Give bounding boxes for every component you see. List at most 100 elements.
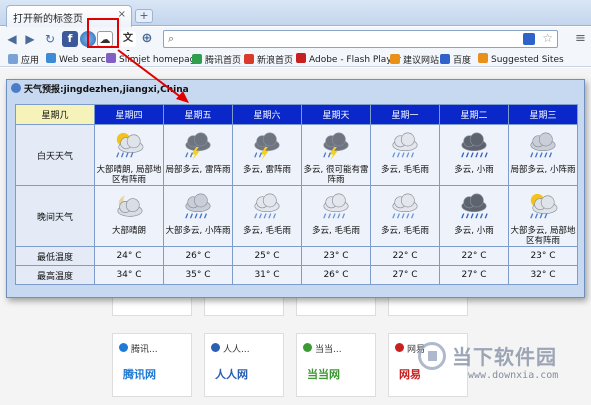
search-engine-icon[interactable] <box>523 33 535 45</box>
qq-logo: 腾讯网 <box>123 368 156 381</box>
header-day: 星期六 <box>232 104 302 125</box>
drizzle-icon <box>233 192 301 225</box>
bookmark-item[interactable]: Web search <box>46 53 111 65</box>
zoom-icon[interactable]: ⊕ <box>139 31 155 47</box>
drizzle-icon <box>371 131 439 164</box>
row-label: 最低温度 <box>15 246 95 266</box>
header-day: 星期一 <box>370 104 440 125</box>
search-icon: ⌕ <box>168 32 175 45</box>
row-label: 最高温度 <box>15 265 95 285</box>
header-day: 星期五 <box>163 104 233 125</box>
bookmark-item[interactable]: 百度 <box>440 53 471 66</box>
bookmark-item[interactable]: 应用 <box>8 53 39 66</box>
tile-partial[interactable] <box>388 296 468 316</box>
high-temp-cell: 35° C <box>163 265 233 285</box>
reload-icon[interactable]: ↻ <box>42 31 58 47</box>
drizzle-icon <box>371 192 439 225</box>
rain-icon <box>440 131 508 164</box>
star-icon[interactable]: ☆ <box>542 31 553 45</box>
bookmark-item[interactable]: 建议网站 <box>390 53 439 66</box>
low-temp-cell: 26° C <box>163 246 233 266</box>
day-cell: 局部多云, 雷阵雨 <box>163 124 233 186</box>
header-day: 星期三 <box>508 104 578 125</box>
baidu-icon <box>440 54 450 64</box>
thunderstorm-icon <box>302 131 370 164</box>
highlight-box <box>87 18 119 48</box>
bookmark-item[interactable]: 新浪首页 <box>244 53 293 66</box>
tile-partial[interactable] <box>296 296 376 316</box>
new-tab-button[interactable]: + <box>135 9 153 23</box>
sina-icon <box>244 54 254 64</box>
high-temp-cell: 34° C <box>94 265 164 285</box>
low-temp-cell: 22° C <box>439 246 509 266</box>
bookmark-item[interactable]: Suggested Sites <box>478 53 564 65</box>
row-label: 白天天气 <box>15 124 95 186</box>
low-temp-row: 最低温度 24° C 26° C 25° C 23° C 22° C 22° C… <box>15 246 578 266</box>
low-temp-cell: 24° C <box>94 246 164 266</box>
address-bar[interactable]: ⌕ ☆ <box>163 30 558 48</box>
header-day: 星期四 <box>94 104 164 125</box>
night-cell: 多云, 毛毛雨 <box>301 185 371 247</box>
night-cell: 多云, 毛毛雨 <box>232 185 302 247</box>
low-temp-cell: 23° C <box>301 246 371 266</box>
slimjet-icon <box>106 53 116 63</box>
tile-dangdang[interactable]: 当当... 当当网 <box>296 333 376 397</box>
high-temp-row: 最高温度 34° C 35° C 31° C 26° C 27° C 27° C… <box>15 265 578 285</box>
bookmark-item[interactable]: Adobe - Flash Player <box>296 53 401 65</box>
suggested-sites-icon <box>478 53 488 63</box>
thunderstorm-icon <box>164 131 232 164</box>
header-row: 星期几 星期四 星期五 星期六 星期天 星期一 星期二 星期三 <box>15 104 578 125</box>
day-cell: 多云, 雷阵雨 <box>232 124 302 186</box>
menu-icon[interactable]: ≡ <box>575 31 586 46</box>
bookmark-item[interactable]: 腾讯首页 <box>192 53 241 66</box>
high-temp-cell: 31° C <box>232 265 302 285</box>
tile-renren[interactable]: 人人... 人人网 <box>204 333 284 397</box>
dangdang-icon <box>303 343 312 352</box>
rain-icon <box>440 192 508 225</box>
popup-title: 天气预报:jingdezhen,jiangxi,China <box>11 82 189 95</box>
bookmark-item[interactable]: Slimjet homepage <box>106 53 201 65</box>
tile-qq[interactable]: 腾讯... 腾讯网 <box>112 333 192 397</box>
watermark-logo-core <box>428 351 437 361</box>
low-temp-cell: 25° C <box>232 246 302 266</box>
day-cell: 大部晴朗, 局部地区有阵雨 <box>94 124 164 186</box>
high-temp-cell: 27° C <box>439 265 509 285</box>
tile-partial[interactable] <box>112 296 192 316</box>
day-cell: 局部多云, 小阵雨 <box>508 124 578 186</box>
forecast-table: 星期几 星期四 星期五 星期六 星期天 星期一 星期二 星期三 白天天气 大部晴… <box>15 104 578 285</box>
header-weekday: 星期几 <box>15 104 95 125</box>
daytime-row: 白天天气 大部晴朗, 局部地区有阵雨 局部多云, 雷阵雨 多云, 雷阵雨 多云,… <box>15 124 578 186</box>
partly-sunny-shower-icon <box>509 192 577 225</box>
header-day: 星期二 <box>439 104 509 125</box>
back-arrow-icon[interactable]: ◀ <box>4 31 20 47</box>
night-cell: 大部多云, 小阵雨 <box>163 185 233 247</box>
web-search-icon <box>46 53 56 63</box>
watermark-url: www.downxia.com <box>468 370 559 381</box>
tile-partial[interactable] <box>204 296 284 316</box>
showers-icon <box>164 192 232 225</box>
forward-arrow-icon[interactable]: ▶ <box>22 31 38 47</box>
weather-popup: 天气预报:jingdezhen,jiangxi,China 星期几 星期四 星期… <box>6 79 585 298</box>
header-day: 星期天 <box>301 104 371 125</box>
showers-icon <box>509 131 577 164</box>
renren-icon <box>211 343 220 352</box>
night-cell: 大部多云, 局部地区有阵雨 <box>508 185 578 247</box>
partly-sunny-shower-icon <box>95 131 163 164</box>
renren-logo: 人人网 <box>215 368 248 381</box>
apps-icon <box>8 54 18 64</box>
day-cell: 多云, 很可能有雷阵雨 <box>301 124 371 186</box>
high-temp-cell: 32° C <box>508 265 578 285</box>
day-cell: 多云, 小雨 <box>439 124 509 186</box>
cloudy-moon-icon <box>95 192 163 225</box>
thunderstorm-icon <box>233 131 301 164</box>
watermark-text: 当下软件园 <box>452 345 557 369</box>
night-cell: 多云, 小雨 <box>439 185 509 247</box>
low-temp-cell: 22° C <box>370 246 440 266</box>
netease-icon <box>395 343 404 352</box>
facebook-icon[interactable]: f <box>62 31 78 47</box>
night-cell: 多云, 毛毛雨 <box>370 185 440 247</box>
translate-icon[interactable]: 文A <box>120 31 136 60</box>
high-temp-cell: 26° C <box>301 265 371 285</box>
qq-icon <box>119 343 128 352</box>
tencent-icon <box>192 54 202 64</box>
